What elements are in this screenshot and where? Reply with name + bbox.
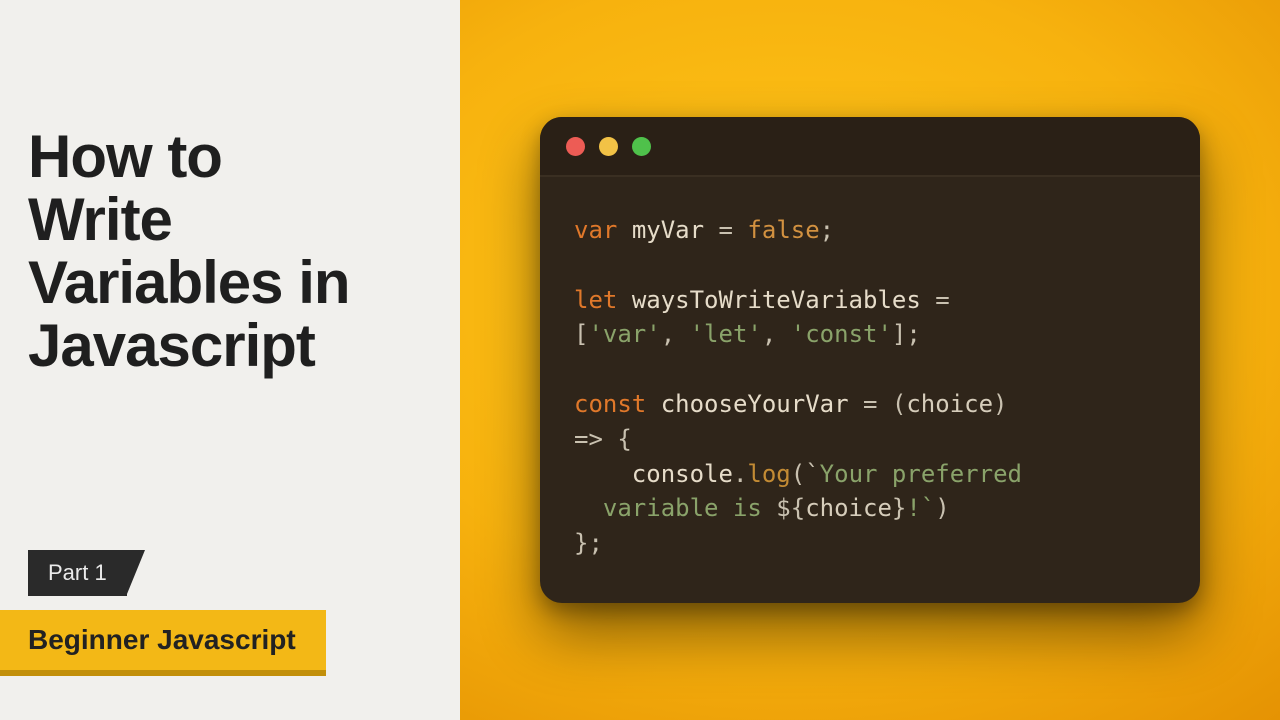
course-label: Beginner Javascript (28, 624, 296, 655)
parameter: choice (906, 390, 993, 418)
method: log (747, 460, 790, 488)
comma: , (762, 320, 791, 348)
comma: , (661, 320, 690, 348)
page-title: How to Write Variables in Javascript (28, 125, 350, 377)
paren-close: ) (935, 494, 949, 522)
course-badge: Beginner Javascript (0, 610, 326, 670)
interp-open: ${ (776, 494, 805, 522)
boolean-literal: false (747, 216, 819, 244)
operator: = (921, 286, 950, 314)
interp-var: choice (805, 494, 892, 522)
identifier: waysToWriteVariables (632, 286, 921, 314)
string-literal: 'var' (588, 320, 660, 348)
title-line: How to (28, 123, 222, 190)
part-label: Part 1 (48, 560, 107, 585)
interp-close: } (892, 494, 906, 522)
template-text: !` (906, 494, 935, 522)
thumbnail-card: How to Write Variables in Javascript Par… (0, 0, 1280, 720)
indent (574, 460, 632, 488)
title-line: Javascript (28, 312, 315, 379)
keyword-var: var (574, 216, 617, 244)
operator: = (704, 216, 747, 244)
code-window: var myVar = false; let waysToWriteVariab… (540, 117, 1200, 603)
right-panel: var myVar = false; let waysToWriteVariab… (460, 0, 1280, 720)
bracket-close: ]; (892, 320, 921, 348)
identifier: myVar (632, 216, 704, 244)
dot: . (733, 460, 747, 488)
semicolon: ; (820, 216, 834, 244)
paren-close: ) (993, 390, 1007, 418)
close-icon (566, 137, 585, 156)
string-literal: 'const' (791, 320, 892, 348)
minimize-icon (599, 137, 618, 156)
indent (574, 494, 603, 522)
arrow: => { (574, 425, 632, 453)
template-text: variable is (603, 494, 776, 522)
string-literal: 'let' (690, 320, 762, 348)
object: console (632, 460, 733, 488)
part-badge: Part 1 (28, 550, 127, 596)
keyword-let: let (574, 286, 617, 314)
left-panel: How to Write Variables in Javascript Par… (0, 0, 460, 720)
operator: = ( (849, 390, 907, 418)
template-text: Your preferred (820, 460, 1022, 488)
code-body: var myVar = false; let waysToWriteVariab… (540, 177, 1200, 603)
title-line: Variables in (28, 249, 350, 316)
title-line: Write (28, 186, 172, 253)
keyword-const: const (574, 390, 646, 418)
window-titlebar (540, 117, 1200, 177)
maximize-icon (632, 137, 651, 156)
brace-close: }; (574, 529, 603, 557)
bracket-open: [ (574, 320, 588, 348)
paren-open: (` (791, 460, 820, 488)
identifier: chooseYourVar (661, 390, 849, 418)
